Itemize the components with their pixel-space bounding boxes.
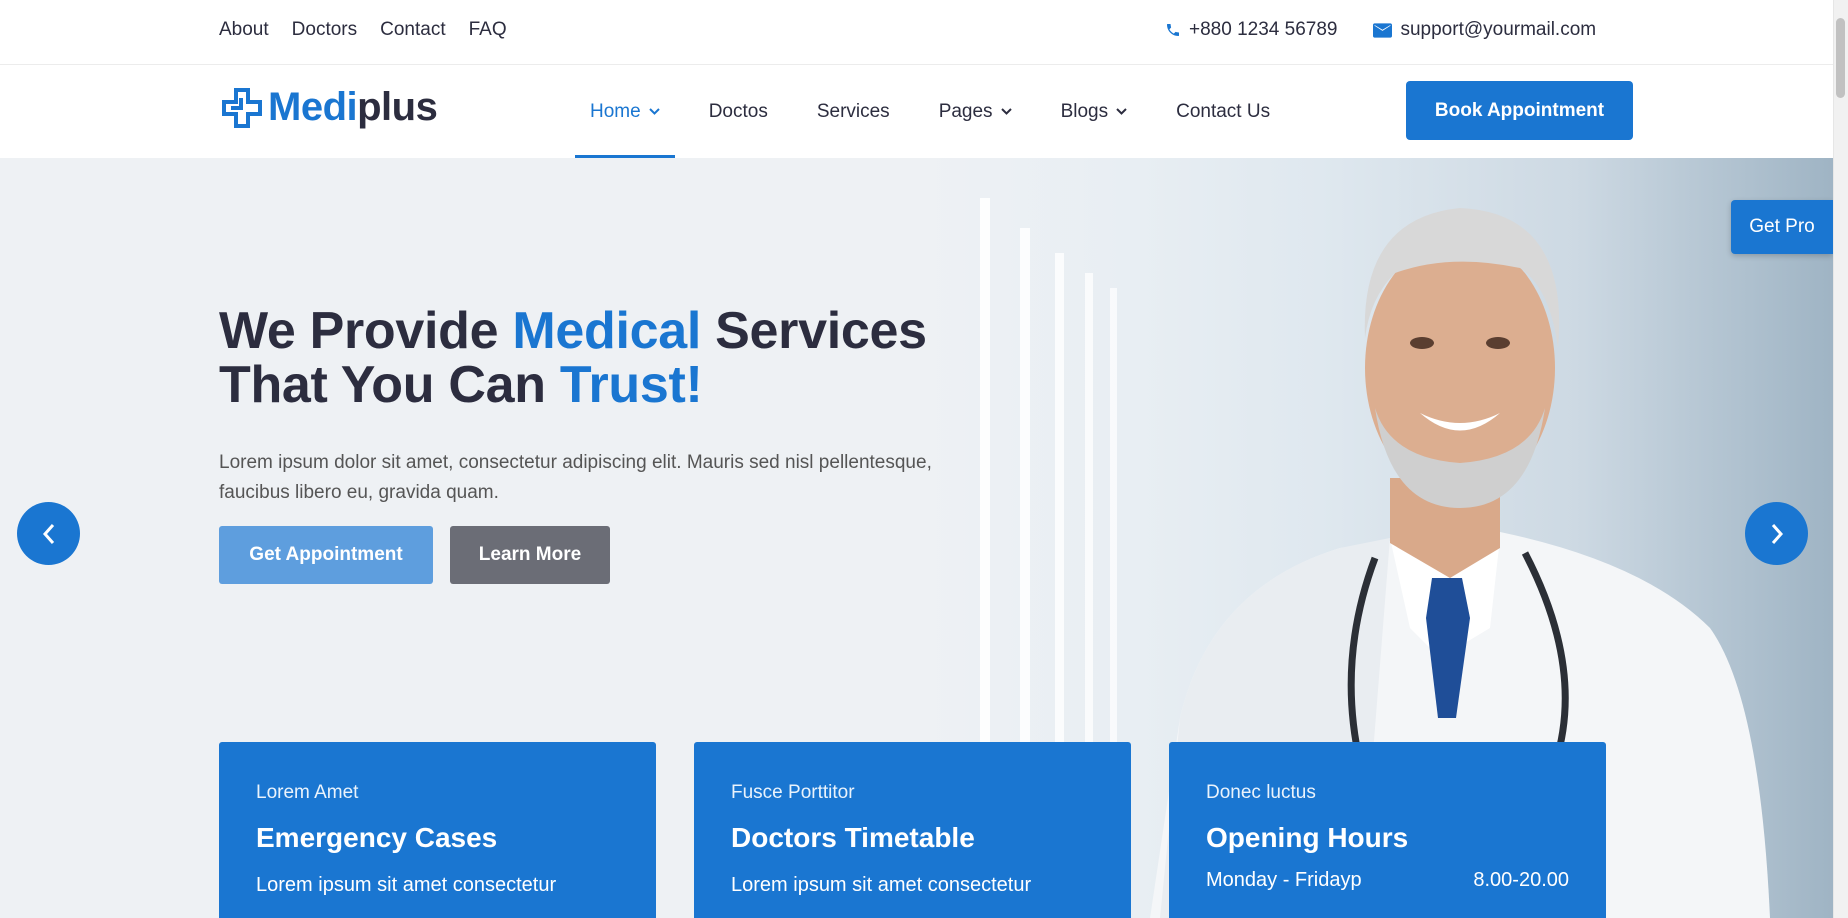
nav-doctos[interactable]: Doctos bbox=[694, 65, 783, 158]
page-scrollbar[interactable] bbox=[1833, 0, 1848, 918]
card-timetable: Fusce Porttitor Doctors Timetable Lorem … bbox=[694, 742, 1131, 918]
nav-home[interactable]: Home bbox=[575, 65, 675, 158]
nav-blogs[interactable]: Blogs bbox=[1046, 65, 1143, 158]
logo[interactable]: Mediplus bbox=[222, 85, 438, 130]
logo-text: Mediplus bbox=[268, 85, 438, 129]
nav-pages[interactable]: Pages bbox=[924, 65, 1027, 158]
top-link-doctors[interactable]: Doctors bbox=[292, 19, 357, 41]
card-emergency: Lorem Amet Emergency Cases Lorem ipsum s… bbox=[219, 742, 656, 918]
card-title: Emergency Cases bbox=[256, 822, 498, 853]
card-kicker: Lorem Amet bbox=[256, 782, 359, 803]
mail-icon bbox=[1373, 22, 1393, 38]
slider-prev-button[interactable] bbox=[17, 502, 80, 565]
arrow-left-icon bbox=[42, 523, 56, 545]
top-link-faq[interactable]: FAQ bbox=[469, 19, 507, 41]
arrow-right-icon bbox=[1770, 523, 1784, 545]
chevron-down-icon bbox=[648, 105, 660, 119]
main-nav: Home Doctos Services Pages Blogs Contact… bbox=[575, 65, 1304, 158]
get-pro-button[interactable]: Get Pro bbox=[1731, 200, 1833, 254]
hours-time: 8.00-20.00 bbox=[1473, 869, 1569, 891]
main-header: Mediplus Home Doctos Services Pages Blog… bbox=[0, 65, 1833, 158]
logo-cross-icon bbox=[222, 87, 262, 128]
top-contact: +880 1234 56789 support@yourmail.com bbox=[1165, 19, 1632, 41]
top-bar: About Doctors Contact FAQ +880 1234 5678… bbox=[0, 0, 1833, 65]
email-address: support@yourmail.com bbox=[1400, 19, 1597, 40]
opening-hours-row: Monday - Fridayp 8.00-20.00 bbox=[1206, 869, 1569, 892]
phone-contact[interactable]: +880 1234 56789 bbox=[1165, 19, 1337, 41]
card-kicker: Donec luctus bbox=[1206, 782, 1316, 803]
card-title: Doctors Timetable bbox=[731, 822, 975, 853]
top-link-contact[interactable]: Contact bbox=[380, 19, 445, 41]
slider-next-button[interactable] bbox=[1745, 502, 1808, 565]
card-description: Lorem ipsum sit amet consectetur bbox=[256, 874, 557, 896]
card-title: Opening Hours bbox=[1206, 822, 1409, 853]
phone-icon bbox=[1165, 22, 1181, 38]
chevron-down-icon bbox=[1000, 105, 1012, 119]
card-opening-hours: Donec luctus Opening Hours Monday - Frid… bbox=[1169, 742, 1606, 918]
nav-contact-us[interactable]: Contact Us bbox=[1161, 65, 1285, 158]
hero-slider: We Provide Medical Services That You Can… bbox=[0, 158, 1833, 918]
nav-services[interactable]: Services bbox=[802, 65, 905, 158]
chevron-down-icon bbox=[1116, 105, 1127, 119]
learn-more-button[interactable]: Learn More bbox=[450, 526, 610, 584]
get-appointment-button[interactable]: Get Appointment bbox=[219, 526, 433, 584]
hero-description: Lorem ipsum dolor sit amet, consectetur … bbox=[219, 452, 932, 503]
top-links: About Doctors Contact FAQ bbox=[219, 19, 507, 41]
book-appointment-button[interactable]: Book Appointment bbox=[1406, 81, 1633, 140]
hero-title: We Provide Medical Services That You Can… bbox=[219, 302, 927, 414]
phone-number: +880 1234 56789 bbox=[1189, 19, 1338, 40]
top-link-about[interactable]: About bbox=[219, 19, 269, 41]
card-description: Lorem ipsum sit amet consectetur bbox=[731, 874, 1032, 896]
scrollbar-thumb[interactable] bbox=[1836, 18, 1845, 98]
email-contact[interactable]: support@yourmail.com bbox=[1373, 19, 1596, 41]
hours-day: Monday - Fridayp bbox=[1206, 869, 1362, 891]
card-kicker: Fusce Porttitor bbox=[731, 782, 855, 803]
